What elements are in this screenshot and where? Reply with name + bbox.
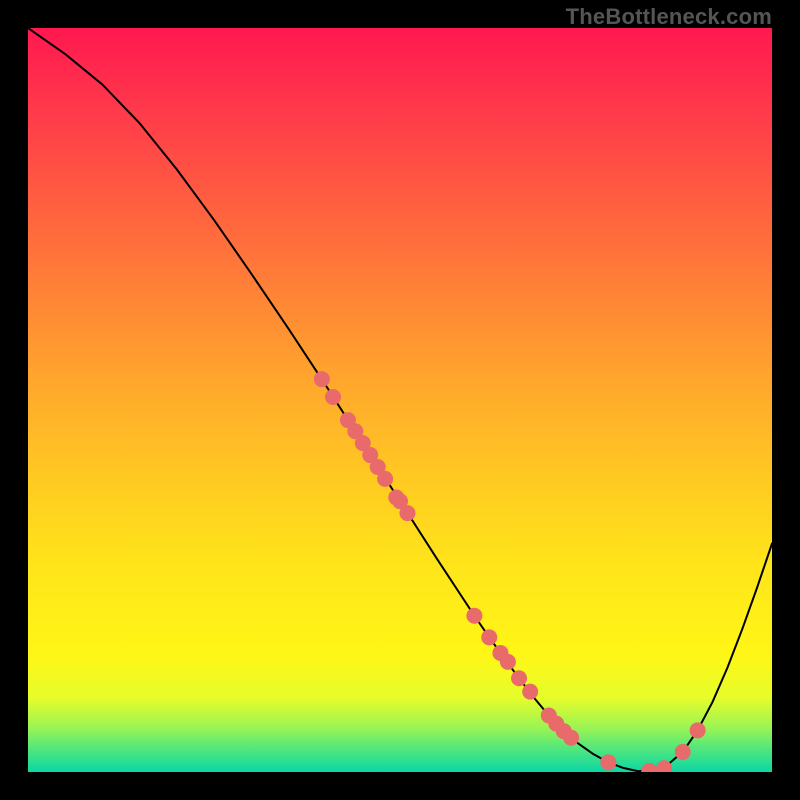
marker-dot — [522, 684, 538, 700]
marker-dot — [600, 754, 616, 770]
chart-frame — [28, 28, 772, 772]
curve-line — [28, 28, 772, 771]
marker-dot — [314, 371, 330, 387]
marker-dot — [466, 608, 482, 624]
marker-dot — [641, 763, 657, 772]
marker-dot — [377, 471, 393, 487]
marker-dot — [675, 744, 691, 760]
marker-dot — [563, 730, 579, 746]
chart-svg — [28, 28, 772, 772]
marker-dot — [481, 629, 497, 645]
marker-dot — [325, 389, 341, 405]
marker-dot — [399, 505, 415, 521]
marker-dot — [500, 654, 516, 670]
watermark-text: TheBottleneck.com — [566, 4, 772, 30]
marker-dot — [511, 670, 527, 686]
marker-dot — [690, 722, 706, 738]
